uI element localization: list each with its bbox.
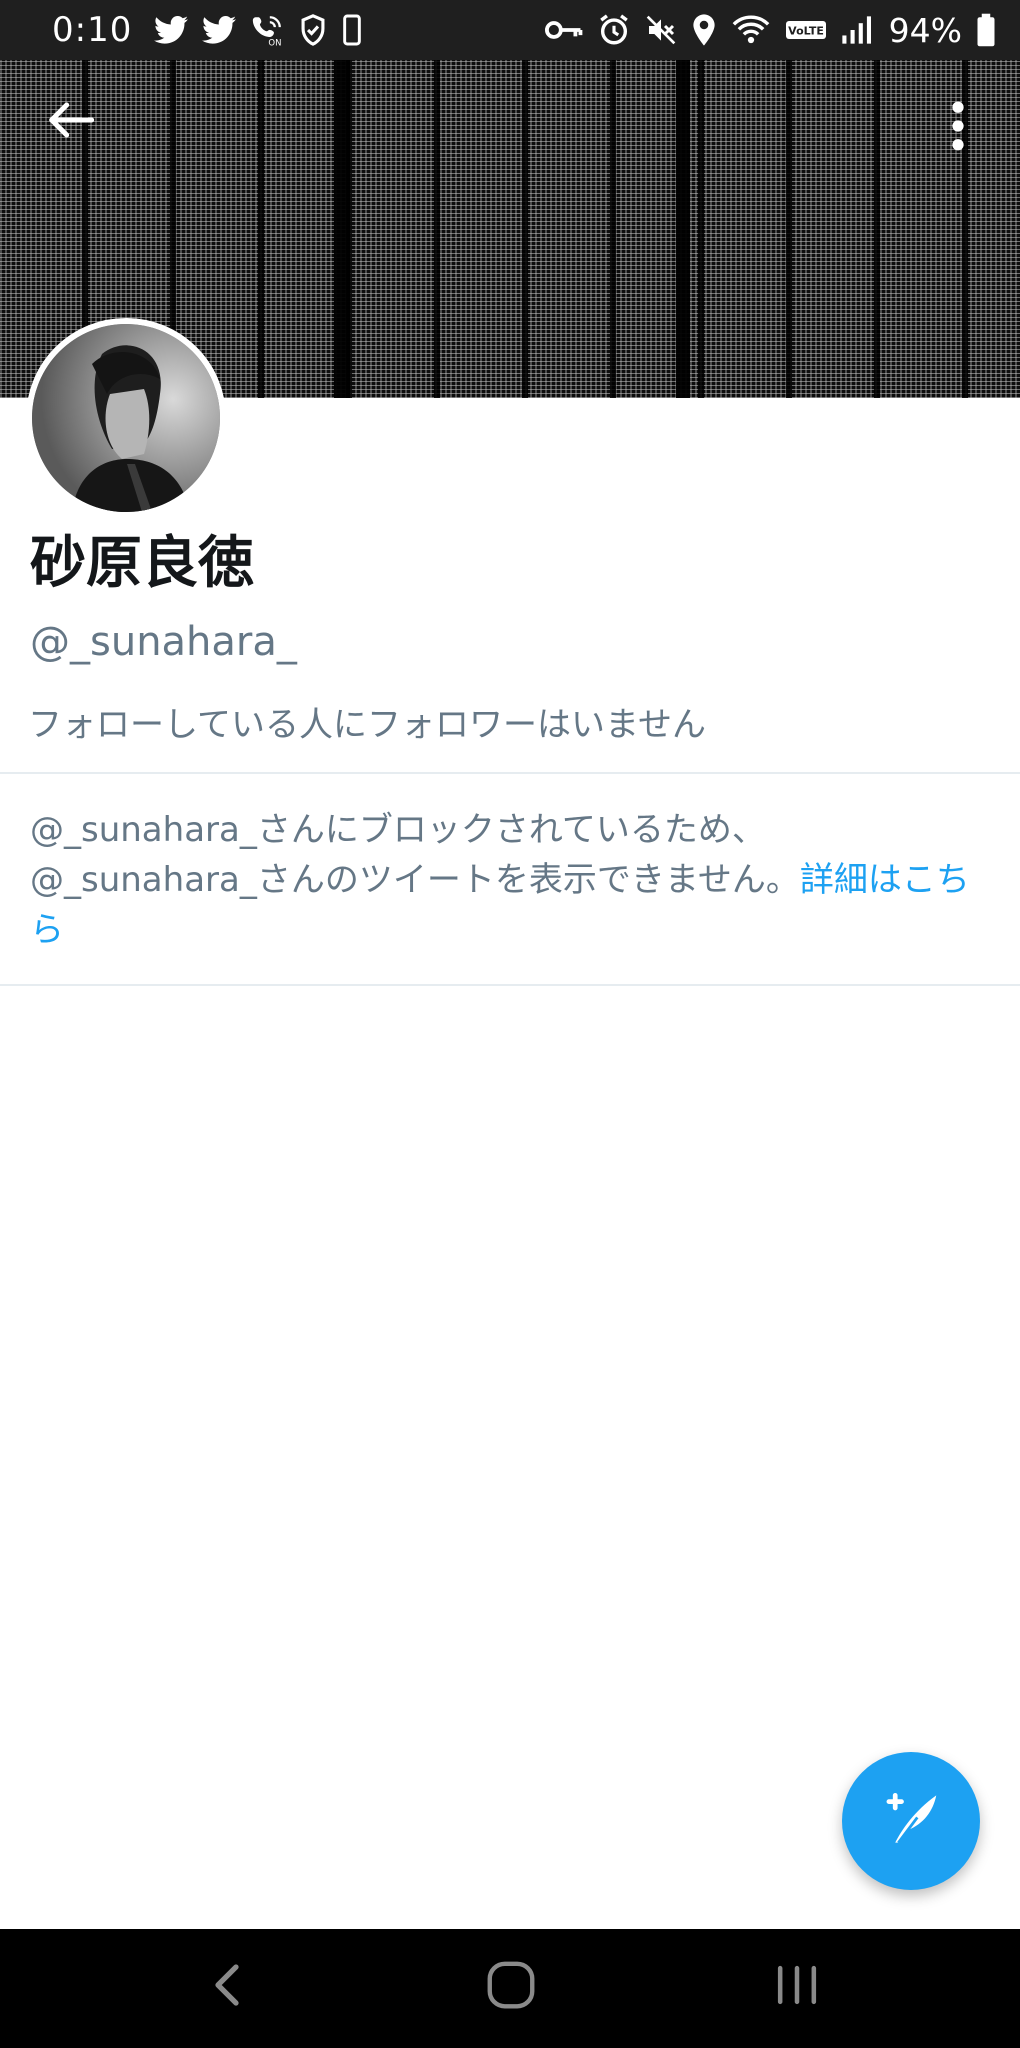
nav-home-button[interactable] (456, 1947, 566, 2027)
avatar[interactable] (26, 318, 226, 518)
wifi-calling-icon: ON (250, 13, 284, 47)
status-bar-right: VoLTE 94% (544, 10, 996, 50)
nav-back-icon (212, 1962, 242, 2012)
blocked-message: @_sunahara_さんにブロックされているため、 @_sunahara_さん… (30, 805, 990, 955)
system-nav-bar (0, 1929, 1020, 2048)
signal-icon (841, 15, 871, 45)
svg-text:VoLTE: VoLTE (788, 25, 824, 38)
divider (0, 772, 1020, 774)
compose-tweet-button[interactable] (842, 1752, 980, 1890)
nav-recents-icon (775, 1965, 819, 2009)
followers-you-know-note: フォローしている人にフォロワーはいません (28, 705, 706, 745)
blocked-message-line1: @_sunahara_さんにブロックされているため、 (30, 810, 766, 850)
user-handle: @_sunahara_ (30, 619, 297, 665)
compose-tweet-icon (879, 1789, 943, 1853)
shield-icon (298, 13, 328, 47)
alarm-icon (597, 13, 631, 47)
more-options-button[interactable] (934, 92, 982, 164)
key-icon (544, 17, 583, 43)
mute-icon (645, 14, 677, 46)
volte-icon: VoLTE (785, 17, 827, 43)
status-bar-left: 0:10 ON (52, 10, 362, 50)
arrow-left-icon (45, 99, 95, 145)
location-icon (691, 13, 717, 47)
nav-back-button[interactable] (172, 1947, 282, 2027)
nav-recents-button[interactable] (742, 1947, 852, 2027)
twitter-icon (202, 15, 237, 45)
back-button[interactable] (36, 88, 104, 156)
status-time: 0:10 (52, 10, 133, 50)
more-vertical-icon (951, 101, 965, 155)
nav-home-icon (486, 1960, 536, 2014)
display-name: 砂原良徳 (30, 531, 254, 596)
divider (0, 984, 1020, 986)
status-bar: 0:10 ON VoLTE 94% (0, 0, 1020, 60)
twitter-icon (154, 15, 189, 45)
svg-text:ON: ON (269, 39, 282, 47)
blocked-message-line2: @_sunahara_さんのツイートを表示できません。 (30, 860, 800, 900)
wifi-icon (731, 14, 771, 46)
phone-icon (342, 14, 362, 46)
battery-icon (976, 13, 996, 47)
avatar-photo (32, 324, 220, 512)
battery-percent: 94% (888, 10, 962, 50)
